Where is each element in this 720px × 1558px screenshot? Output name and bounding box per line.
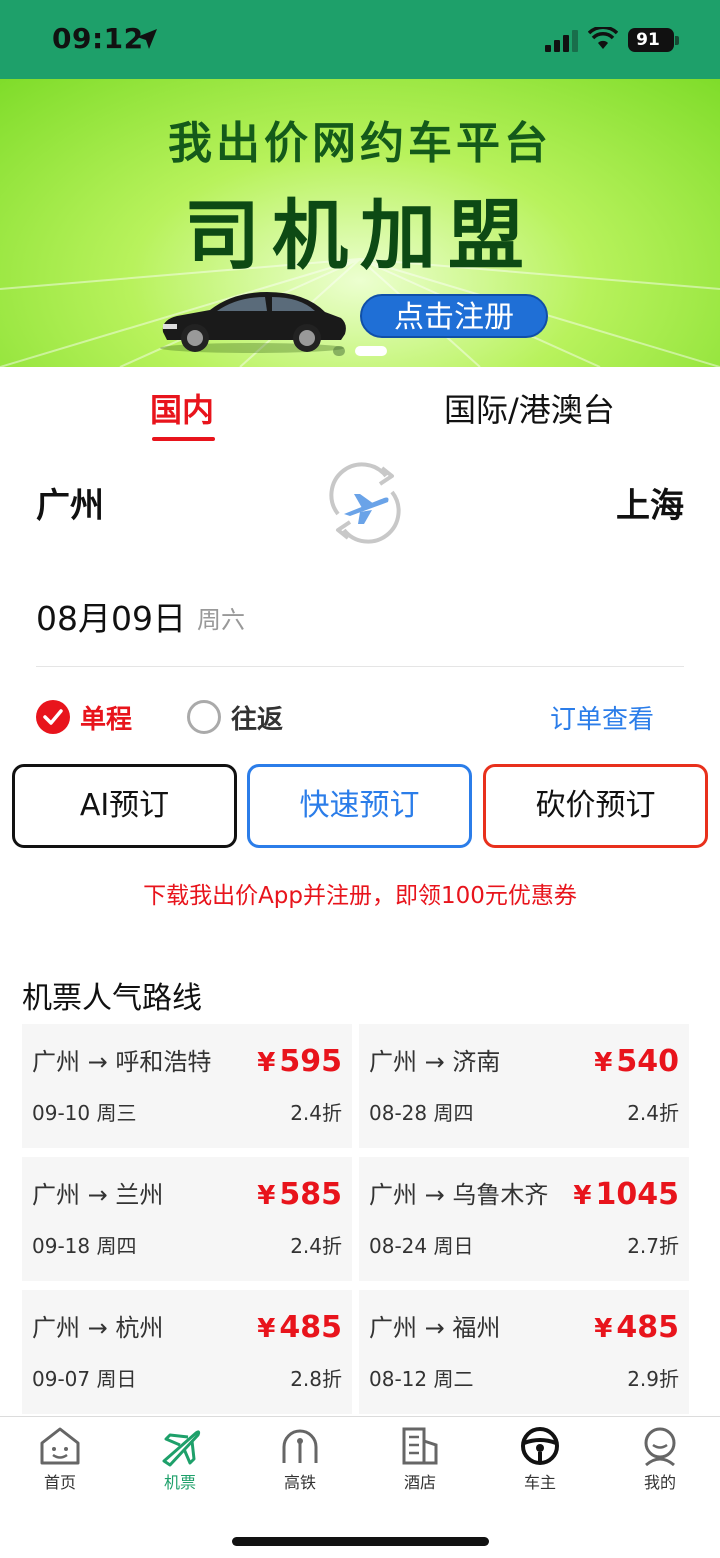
route-price: ¥540	[594, 1044, 679, 1079]
status-time: 09:12	[52, 22, 144, 55]
carousel-dot-active[interactable]	[355, 346, 387, 356]
route-discount: 2.9折	[627, 1367, 679, 1391]
route-date: 09-07 周日	[32, 1367, 137, 1391]
tab-international[interactable]: 国际/港澳台	[444, 385, 615, 431]
route-name: 广州 → 呼和浩特	[32, 1048, 212, 1076]
route-name: 广州 → 杭州	[32, 1314, 164, 1342]
one-way-radio[interactable]	[36, 700, 70, 734]
bargain-booking-button[interactable]: 砍价预订	[483, 764, 708, 848]
nav-profile[interactable]: 我的	[600, 1425, 720, 1505]
home-icon	[40, 1427, 80, 1465]
promo-text[interactable]: 下载我出价App并注册，即领100元优惠券	[0, 876, 720, 910]
nav-label: 车主	[523, 1473, 556, 1492]
popular-routes-title: 机票人气路线	[22, 981, 202, 1016]
route-name: 广州 → 乌鲁木齐	[369, 1181, 549, 1209]
route-name: 广州 → 济南	[369, 1048, 501, 1076]
route-price: ¥585	[257, 1177, 342, 1212]
car-image	[160, 292, 346, 353]
hotel-icon	[402, 1427, 438, 1465]
register-button[interactable]: 点击注册	[360, 294, 548, 338]
home-indicator[interactable]	[232, 1537, 489, 1546]
nav-label: 机票	[163, 1473, 196, 1492]
nav-label: 高铁	[283, 1473, 316, 1492]
route-card[interactable]: 广州 → 兰州 ¥585 09-18 周四 2.4折	[22, 1157, 352, 1281]
route-discount: 2.7折	[627, 1234, 679, 1258]
departure-city[interactable]: 广州	[36, 478, 104, 527]
nav-train[interactable]: 高铁	[240, 1425, 360, 1505]
nav-driver[interactable]: 车主	[480, 1425, 600, 1505]
route-date: 09-10 周三	[32, 1101, 137, 1125]
tab-domestic[interactable]: 国内	[150, 385, 214, 431]
battery-level: 91	[636, 30, 660, 50]
departure-weekday: 周六	[197, 606, 245, 634]
route-discount: 2.8折	[290, 1367, 342, 1391]
route-date: 08-28 周四	[369, 1101, 474, 1125]
route-discount: 2.4折	[627, 1101, 679, 1125]
route-date: 08-24 周日	[369, 1234, 474, 1258]
battery-icon: 91	[628, 28, 679, 52]
check-icon	[43, 709, 63, 725]
active-tab-indicator	[152, 437, 215, 441]
banner-title-line1: 我出价网约车平台	[168, 118, 552, 169]
route-date: 08-12 周二	[369, 1367, 474, 1391]
route-price: ¥485	[257, 1310, 342, 1345]
route-price: ¥485	[594, 1310, 679, 1345]
train-icon	[282, 1429, 318, 1463]
wifi-icon	[588, 27, 618, 49]
route-card[interactable]: 广州 → 济南 ¥540 08-28 周四 2.4折	[359, 1024, 689, 1148]
location-arrow-icon	[137, 29, 157, 49]
route-date: 09-18 周四	[32, 1234, 137, 1258]
route-price: ¥1045	[573, 1177, 679, 1212]
route-card[interactable]: 广州 → 福州 ¥485 08-12 周二 2.9折	[359, 1290, 689, 1414]
one-way-label[interactable]: 单程	[80, 699, 132, 736]
route-discount: 2.4折	[290, 1101, 342, 1125]
banner-title-line2: 司机加盟	[184, 191, 536, 280]
divider	[36, 666, 684, 667]
route-card[interactable]: 广州 → 乌鲁木齐 ¥1045 08-24 周日 2.7折	[359, 1157, 689, 1281]
quick-booking-button[interactable]: 快速预订	[247, 764, 472, 848]
nav-label: 酒店	[403, 1473, 436, 1492]
nav-home[interactable]: 首页	[0, 1425, 120, 1505]
plane-icon	[162, 1430, 201, 1467]
route-card[interactable]: 广州 → 呼和浩特 ¥595 09-10 周三 2.4折	[22, 1024, 352, 1148]
nav-hotel[interactable]: 酒店	[360, 1425, 480, 1505]
nav-label: 首页	[43, 1473, 76, 1492]
round-trip-radio[interactable]	[187, 700, 221, 734]
route-discount: 2.4折	[290, 1234, 342, 1258]
view-orders-link[interactable]: 订单查看	[550, 699, 654, 736]
status-bar: 09:12 91	[0, 0, 720, 79]
carousel-dot[interactable]	[333, 346, 345, 356]
departure-date[interactable]: 08月09日	[36, 592, 186, 640]
round-trip-label[interactable]: 往返	[231, 699, 283, 736]
nav-label: 我的	[643, 1473, 676, 1492]
swap-cities-icon[interactable]	[324, 462, 406, 544]
bottom-nav: 首页 机票 高铁 酒店 车主 我的	[0, 1416, 720, 1558]
promo-banner[interactable]: 我出价网约车平台 司机加盟 点击注册	[0, 79, 720, 367]
route-name: 广州 → 兰州	[32, 1181, 164, 1209]
route-price: ¥595	[257, 1044, 342, 1079]
arrival-city[interactable]: 上海	[616, 478, 684, 527]
cellular-signal-icon	[545, 30, 578, 52]
nav-flights[interactable]: 机票	[120, 1425, 240, 1505]
ai-booking-button[interactable]: AI预订	[12, 764, 237, 848]
route-card[interactable]: 广州 → 杭州 ¥485 09-07 周日 2.8折	[22, 1290, 352, 1414]
route-name: 广州 → 福州	[369, 1314, 501, 1342]
steering-wheel-icon	[521, 1427, 559, 1465]
profile-icon	[644, 1427, 676, 1467]
